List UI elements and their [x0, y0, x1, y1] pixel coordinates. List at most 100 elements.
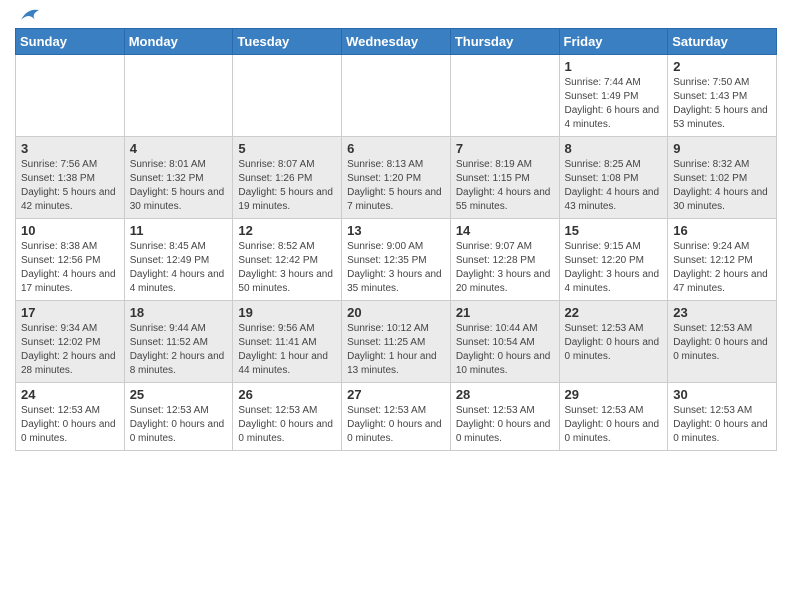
calendar-cell-3-4: 21Sunrise: 10:44 AM Sunset: 10:54 AM Day…	[450, 301, 559, 383]
calendar-cell-3-1: 18Sunrise: 9:44 AM Sunset: 11:52 AM Dayl…	[124, 301, 233, 383]
header	[15, 10, 777, 22]
calendar-cell-0-3	[342, 55, 451, 137]
day-number: 29	[565, 387, 663, 402]
calendar-cell-0-4	[450, 55, 559, 137]
calendar-cell-0-2	[233, 55, 342, 137]
day-number: 13	[347, 223, 445, 238]
calendar-cell-1-5: 8Sunrise: 8:25 AM Sunset: 1:08 PM Daylig…	[559, 137, 668, 219]
calendar-table: SundayMondayTuesdayWednesdayThursdayFrid…	[15, 28, 777, 451]
day-number: 3	[21, 141, 119, 156]
day-info: Sunrise: 9:15 AM Sunset: 12:20 PM Daylig…	[565, 240, 663, 296]
day-info: Sunset: 12:53 AM Daylight: 0 hours and 0…	[347, 404, 445, 446]
weekday-header-thursday: Thursday	[450, 29, 559, 55]
calendar-row-1: 3 Sunrise: 7:56 AM Sunset: 1:38 PM Daylig…	[16, 137, 777, 219]
day-info: Sunset: 12:53 AM Daylight: 0 hours and 0…	[456, 404, 554, 446]
calendar-row-4: 24 Sunset: 12:53 AM Daylight: 0 hours and…	[16, 383, 777, 451]
calendar-cell-3-5: 22 Sunset: 12:53 AM Daylight: 0 hours and…	[559, 301, 668, 383]
calendar-cell-0-0	[16, 55, 125, 137]
day-info: Sunset: 12:53 AM Daylight: 0 hours and 0…	[238, 404, 336, 446]
calendar-cell-3-3: 20 Sunrise: 10:12 AM Sunset: 11:25 AM Day…	[342, 301, 451, 383]
calendar-cell-2-3: 13Sunrise: 9:00 AM Sunset: 12:35 PM Dayl…	[342, 219, 451, 301]
day-number: 27	[347, 387, 445, 402]
day-number: 22	[565, 305, 663, 320]
day-info: Sunrise: 8:01 AM Sunset: 1:32 PM Dayligh…	[130, 158, 228, 214]
day-number: 4	[130, 141, 228, 156]
calendar-cell-4-3: 27 Sunset: 12:53 AM Daylight: 0 hours and…	[342, 383, 451, 451]
day-info: Sunrise: 8:07 AM Sunset: 1:26 PM Dayligh…	[238, 158, 336, 214]
calendar-cell-4-1: 25 Sunset: 12:53 AM Daylight: 0 hours and…	[124, 383, 233, 451]
logo	[15, 10, 39, 22]
calendar-cell-4-5: 29 Sunset: 12:53 AM Daylight: 0 hours and…	[559, 383, 668, 451]
day-info: Sunset: 12:53 AM Daylight: 0 hours and 0…	[130, 404, 228, 446]
day-info: Sunrise: 8:13 AM Sunset: 1:20 PM Dayligh…	[347, 158, 445, 214]
day-number: 9	[673, 141, 771, 156]
day-info: Sunrise: 9:44 AM Sunset: 11:52 AM Daylig…	[130, 322, 228, 378]
calendar-cell-1-4: 7 Sunrise: 8:19 AM Sunset: 1:15 PM Daylig…	[450, 137, 559, 219]
calendar-cell-3-6: 23 Sunset: 12:53 AM Daylight: 0 hours and…	[668, 301, 777, 383]
calendar-cell-1-0: 3 Sunrise: 7:56 AM Sunset: 1:38 PM Daylig…	[16, 137, 125, 219]
day-number: 10	[21, 223, 119, 238]
calendar-cell-4-4: 28Sunset: 12:53 AM Daylight: 0 hours and…	[450, 383, 559, 451]
day-info: Sunrise: 9:07 AM Sunset: 12:28 PM Daylig…	[456, 240, 554, 296]
calendar-cell-1-1: 4 Sunrise: 8:01 AM Sunset: 1:32 PM Daylig…	[124, 137, 233, 219]
day-number: 19	[238, 305, 336, 320]
day-number: 14	[456, 223, 554, 238]
day-number: 24	[21, 387, 119, 402]
day-info: Sunrise: 8:52 AM Sunset: 12:42 PM Daylig…	[238, 240, 336, 296]
page: SundayMondayTuesdayWednesdayThursdayFrid…	[0, 0, 792, 461]
calendar-cell-2-6: 16 Sunrise: 9:24 AM Sunset: 12:12 PM Dayl…	[668, 219, 777, 301]
day-number: 16	[673, 223, 771, 238]
day-number: 30	[673, 387, 771, 402]
weekday-header-saturday: Saturday	[668, 29, 777, 55]
calendar-cell-4-2: 26 Sunset: 12:53 AM Daylight: 0 hours and…	[233, 383, 342, 451]
calendar-cell-1-6: 9 Sunrise: 8:32 AM Sunset: 1:02 PM Daylig…	[668, 137, 777, 219]
calendar-cell-2-5: 15 Sunrise: 9:15 AM Sunset: 12:20 PM Dayl…	[559, 219, 668, 301]
day-number: 17	[21, 305, 119, 320]
calendar-cell-1-3: 6Sunrise: 8:13 AM Sunset: 1:20 PM Daylig…	[342, 137, 451, 219]
day-number: 7	[456, 141, 554, 156]
day-number: 20	[347, 305, 445, 320]
day-info: Sunset: 12:53 AM Daylight: 0 hours and 0…	[565, 322, 663, 364]
day-number: 26	[238, 387, 336, 402]
day-number: 12	[238, 223, 336, 238]
day-info: Sunrise: 7:50 AM Sunset: 1:43 PM Dayligh…	[673, 76, 771, 132]
calendar-cell-4-0: 24Sunset: 12:53 AM Daylight: 0 hours and…	[16, 383, 125, 451]
day-number: 2	[673, 59, 771, 74]
day-info: Sunrise: 9:34 AM Sunset: 12:02 PM Daylig…	[21, 322, 119, 378]
calendar-row-0: 1 Sunrise: 7:44 AM Sunset: 1:49 PM Daylig…	[16, 55, 777, 137]
weekday-header-row: SundayMondayTuesdayWednesdayThursdayFrid…	[16, 29, 777, 55]
day-info: Sunrise: 9:56 AM Sunset: 11:41 AM Daylig…	[238, 322, 336, 378]
weekday-header-tuesday: Tuesday	[233, 29, 342, 55]
day-number: 5	[238, 141, 336, 156]
day-info: Sunrise: 8:32 AM Sunset: 1:02 PM Dayligh…	[673, 158, 771, 214]
day-info: Sunrise: 10:44 AM Sunset: 10:54 AM Dayli…	[456, 322, 554, 378]
calendar-cell-2-1: 11 Sunrise: 8:45 AM Sunset: 12:49 PM Dayl…	[124, 219, 233, 301]
day-info: Sunrise: 8:45 AM Sunset: 12:49 PM Daylig…	[130, 240, 228, 296]
calendar-cell-3-2: 19 Sunrise: 9:56 AM Sunset: 11:41 AM Dayl…	[233, 301, 342, 383]
day-info: Sunrise: 10:12 AM Sunset: 11:25 AM Dayli…	[347, 322, 445, 378]
calendar-cell-2-0: 10 Sunrise: 8:38 AM Sunset: 12:56 PM Dayl…	[16, 219, 125, 301]
day-info: Sunrise: 8:25 AM Sunset: 1:08 PM Dayligh…	[565, 158, 663, 214]
day-number: 1	[565, 59, 663, 74]
calendar-cell-0-5: 1 Sunrise: 7:44 AM Sunset: 1:49 PM Daylig…	[559, 55, 668, 137]
weekday-header-friday: Friday	[559, 29, 668, 55]
calendar-cell-1-2: 5 Sunrise: 8:07 AM Sunset: 1:26 PM Daylig…	[233, 137, 342, 219]
day-number: 25	[130, 387, 228, 402]
day-info: Sunrise: 7:44 AM Sunset: 1:49 PM Dayligh…	[565, 76, 663, 132]
day-info: Sunset: 12:53 AM Daylight: 0 hours and 0…	[565, 404, 663, 446]
calendar-cell-3-0: 17 Sunrise: 9:34 AM Sunset: 12:02 PM Dayl…	[16, 301, 125, 383]
day-info: Sunrise: 8:38 AM Sunset: 12:56 PM Daylig…	[21, 240, 119, 296]
day-number: 15	[565, 223, 663, 238]
day-info: Sunrise: 9:24 AM Sunset: 12:12 PM Daylig…	[673, 240, 771, 296]
calendar-cell-2-2: 12 Sunrise: 8:52 AM Sunset: 12:42 PM Dayl…	[233, 219, 342, 301]
day-number: 11	[130, 223, 228, 238]
day-number: 23	[673, 305, 771, 320]
logo-bird-icon	[17, 6, 39, 26]
day-info: Sunset: 12:53 AM Daylight: 0 hours and 0…	[673, 322, 771, 364]
calendar-cell-0-1	[124, 55, 233, 137]
weekday-header-wednesday: Wednesday	[342, 29, 451, 55]
calendar-row-3: 17 Sunrise: 9:34 AM Sunset: 12:02 PM Dayl…	[16, 301, 777, 383]
day-info: Sunrise: 7:56 AM Sunset: 1:38 PM Dayligh…	[21, 158, 119, 214]
day-info: Sunrise: 8:19 AM Sunset: 1:15 PM Dayligh…	[456, 158, 554, 214]
weekday-header-sunday: Sunday	[16, 29, 125, 55]
